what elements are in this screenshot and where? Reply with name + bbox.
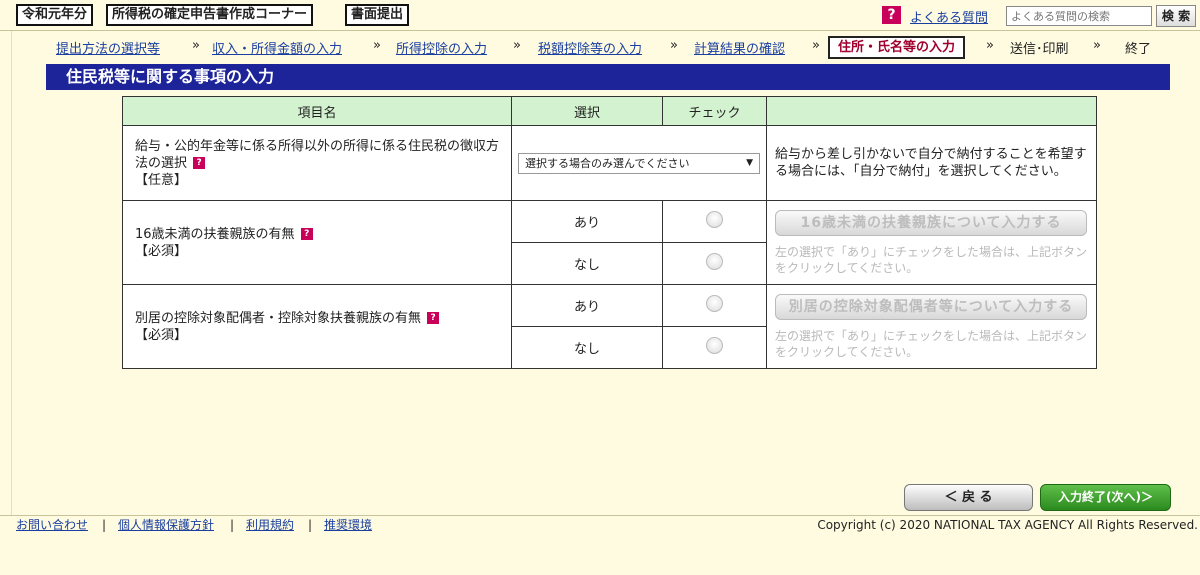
breadcrumb-separator: »	[670, 38, 678, 53]
footer-separator: |	[230, 518, 235, 532]
step-income-input[interactable]: 収入・所得金額の入力	[212, 38, 342, 57]
step-result-check[interactable]: 計算結果の確認	[694, 38, 785, 57]
requirement-label: 【必須】	[135, 327, 188, 343]
mode-tag: 書面提出	[345, 4, 410, 26]
radio-cell	[662, 284, 767, 327]
step-current-address-name: 住所・氏名等の入力	[828, 36, 966, 59]
separate-dependents-action: 別居の控除対象配偶者等について入力する 左の選択で「あり」にチェックをした場合は…	[766, 284, 1097, 369]
collection-method-select[interactable]: 選択する場合のみ選んでください ▼	[518, 152, 760, 174]
back-button[interactable]: ＜ 戻 る	[904, 484, 1033, 511]
step-tax-credits-input[interactable]: 税額控除等の入力	[538, 38, 642, 57]
faq-search-button[interactable]: 検 索	[1156, 5, 1196, 27]
copyright: Copyright (c) 2020 NATIONAL TAX AGENCY A…	[817, 518, 1198, 532]
chevron-down-icon: ▼	[746, 157, 753, 168]
separate-dependents-note: 左の選択で「あり」にチェックをした場合は、上記ボタンをクリックしてください。	[775, 328, 1088, 359]
collection-method-note: 給与から差し引かないで自分で納付することを希望する場合には、「自分で納付」を選択…	[766, 125, 1097, 201]
help-icon[interactable]: ?	[882, 6, 901, 24]
left-frame-edge	[0, 31, 12, 515]
table-row: 別居の控除対象配偶者・控除対象扶養親族の有無 ? 【必須】 あり 別居の控除対象…	[122, 284, 1097, 369]
step-finish: 終了	[1125, 42, 1152, 57]
separate-dependents-yes-radio[interactable]	[706, 295, 723, 312]
header-item-name: 項目名	[122, 96, 512, 126]
help-icon[interactable]: ?	[300, 228, 313, 240]
dependents-under-16-note: 左の選択で「あり」にチェックをした場合は、上記ボタンをクリックしてください。	[775, 244, 1088, 275]
dependents-under-16-input-button[interactable]: 16歳未満の扶養親族について入力する	[775, 209, 1087, 236]
breadcrumb-separator: »	[812, 38, 820, 53]
page-title: 住民税等に関する事項の入力	[46, 64, 1170, 90]
option-no-label: なし	[511, 326, 663, 369]
header-note	[766, 96, 1097, 126]
header-selection: 選択	[511, 96, 663, 126]
faq-link[interactable]: よくある質問	[910, 7, 988, 26]
breadcrumb-separator: »	[513, 38, 521, 53]
radio-cell	[662, 242, 767, 285]
header-check: チェック	[662, 96, 767, 126]
radio-cell	[662, 200, 767, 243]
item-label: 16歳未満の扶養親族の有無	[135, 226, 295, 242]
table-header-row: 項目名 選択 チェック	[122, 96, 1097, 126]
help-icon[interactable]: ?	[193, 157, 206, 169]
step-submission-method[interactable]: 提出方法の選択等	[56, 38, 160, 57]
corner-tag: 所得税の確定申告書作成コーナー	[106, 4, 314, 26]
dependents-under-16-action: 16歳未満の扶養親族について入力する 左の選択で「あり」にチェックをした場合は、…	[766, 200, 1097, 285]
resident-tax-table: 項目名 選択 チェック 給与・公的年金等に係る所得以外の所得に係る住民税の徴収方…	[122, 96, 1097, 369]
faq-search-input[interactable]	[1006, 6, 1152, 26]
step-deductions-input[interactable]: 所得控除の入力	[396, 38, 487, 57]
separate-dependents-no-radio[interactable]	[706, 337, 723, 354]
separate-dependents-input-button[interactable]: 別居の控除対象配偶者等について入力する	[775, 293, 1087, 320]
item-collection-method: 給与・公的年金等に係る所得以外の所得に係る住民税の徴収方法の選択 ? 【任意】	[122, 125, 512, 201]
item-dependents-under-16: 16歳未満の扶養親族の有無 ? 【必須】	[122, 200, 512, 285]
footer: お問い合わせ | 個人情報保護方針 | 利用規約 | 推奨環境 Copyrigh…	[0, 515, 1200, 533]
footer-link-contact[interactable]: お問い合わせ	[16, 517, 88, 534]
breadcrumb-separator: »	[986, 38, 994, 53]
option-yes-label: あり	[511, 200, 663, 243]
dependents-under-16-no-radio[interactable]	[706, 253, 723, 270]
footer-link-terms[interactable]: 利用規約	[246, 517, 294, 534]
help-icon[interactable]: ?	[427, 312, 440, 324]
next-button[interactable]: 入力終了(次へ)＞	[1040, 484, 1171, 511]
footer-link-environment[interactable]: 推奨環境	[324, 517, 372, 534]
breadcrumb-separator: »	[192, 38, 200, 53]
item-label: 別居の控除対象配偶者・控除対象扶養親族の有無	[135, 310, 422, 326]
select-cell: 選択する場合のみ選んでください ▼	[511, 125, 767, 201]
footer-link-privacy[interactable]: 個人情報保護方針	[118, 517, 214, 534]
dependents-under-16-yes-radio[interactable]	[706, 211, 723, 228]
radio-cell	[662, 326, 767, 369]
step-send-print: 送信･印刷	[1010, 42, 1069, 57]
footer-separator: |	[308, 518, 313, 532]
breadcrumb: 提出方法の選択等 » 収入・所得金額の入力 » 所得控除の入力 » 税額控除等の…	[0, 33, 1200, 61]
footer-separator: |	[102, 518, 107, 532]
requirement-label: 【任意】	[135, 172, 188, 188]
requirement-label: 【必須】	[135, 243, 188, 259]
breadcrumb-separator: »	[1093, 38, 1101, 53]
item-label: 給与・公的年金等に係る所得以外の所得に係る住民税の徴収方法の選択	[135, 138, 500, 171]
option-no-label: なし	[511, 242, 663, 285]
table-row: 給与・公的年金等に係る所得以外の所得に係る住民税の徴収方法の選択 ? 【任意】 …	[122, 125, 1097, 201]
table-row: 16歳未満の扶養親族の有無 ? 【必須】 あり 16歳未満の扶養親族について入力…	[122, 200, 1097, 285]
item-separate-dependents: 別居の控除対象配偶者・控除対象扶養親族の有無 ? 【必須】	[122, 284, 512, 369]
option-yes-label: あり	[511, 284, 663, 327]
select-value: 選択する場合のみ選んでください	[525, 156, 690, 170]
era-tag: 令和元年分	[16, 4, 94, 26]
top-bar: 令和元年分 所得税の確定申告書作成コーナー 書面提出 ? よくある質問 検 索	[0, 0, 1200, 31]
breadcrumb-separator: »	[373, 38, 381, 53]
